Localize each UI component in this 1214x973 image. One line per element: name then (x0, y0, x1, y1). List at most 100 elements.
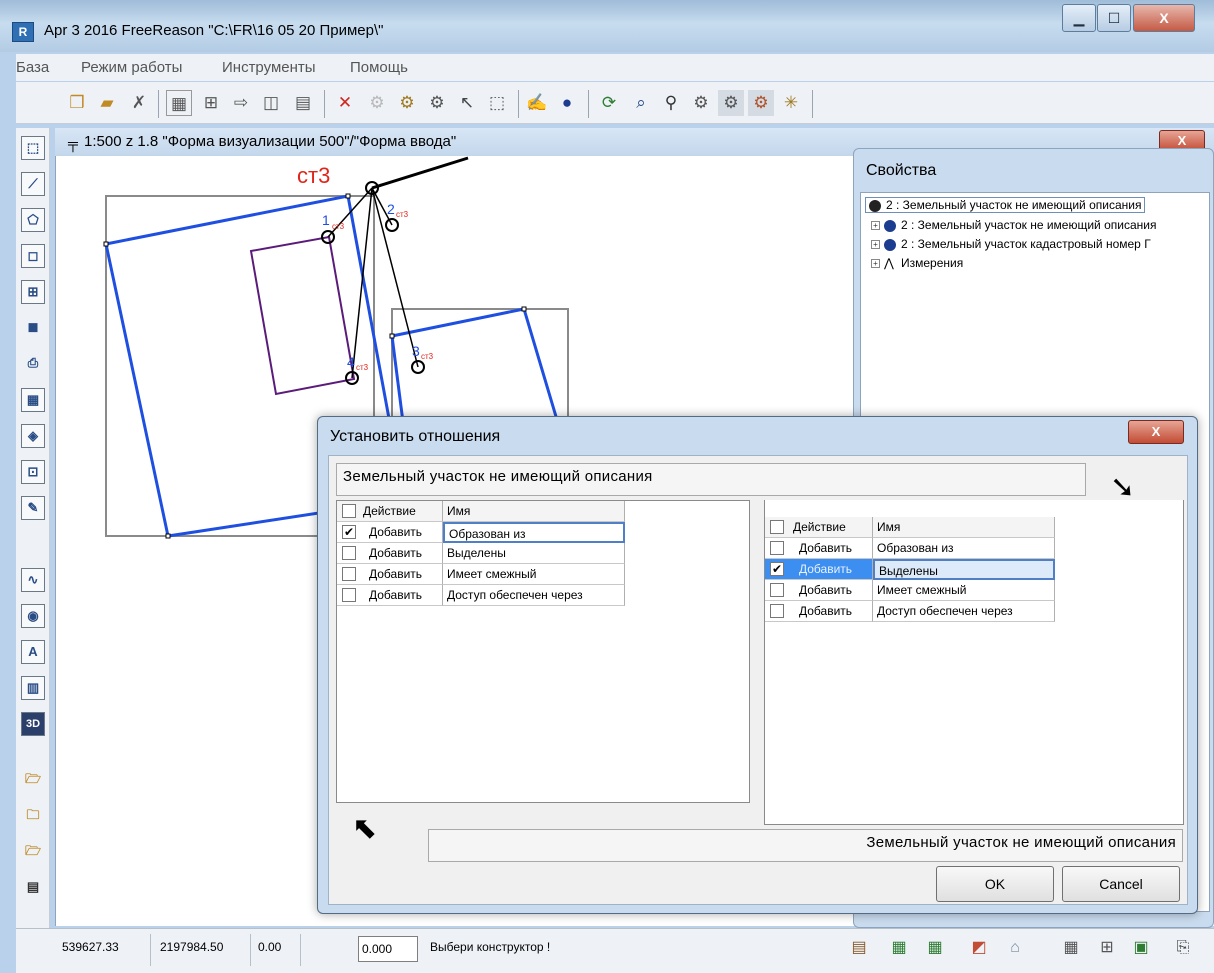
settings-active-icon[interactable]: ⚙ (748, 90, 774, 116)
minimize-button[interactable]: ▁ (1062, 4, 1096, 32)
survey-line (371, 156, 469, 190)
status-x-coordinate: 539627.33 (62, 940, 119, 954)
point-label-1: 1 (322, 212, 330, 228)
node-icon[interactable]: ⊞ (198, 90, 224, 116)
folder-open-icon[interactable]: 🗁 (21, 768, 45, 792)
menu-item-mode[interactable]: Режим работы (81, 59, 182, 76)
pointer-icon[interactable]: ↖ (454, 90, 480, 116)
house-icon[interactable]: ⌂ (1004, 937, 1026, 959)
dialog-close-button[interactable]: X (1128, 420, 1184, 444)
row-action: Добавить (337, 564, 443, 585)
map-icon[interactable]: ▣ (1130, 937, 1152, 959)
point-label-4: 4 (347, 354, 355, 370)
table-icon[interactable]: ⊞ (1096, 937, 1118, 959)
rect-icon[interactable]: ◻ (21, 244, 45, 268)
help-icon[interactable]: ● (554, 90, 580, 116)
graph-icon[interactable]: ∿ (21, 568, 45, 592)
text-icon[interactable]: A (21, 640, 45, 664)
row-action: Добавить (765, 601, 873, 622)
find-icon[interactable]: ⚲ (658, 90, 684, 116)
vertex[interactable] (345, 193, 351, 199)
properties-title: Свойства (866, 162, 937, 179)
header-checkbox[interactable] (770, 520, 784, 534)
3d-icon[interactable]: 3D (21, 712, 45, 736)
select-area-icon[interactable]: ⬚ (484, 90, 510, 116)
color-icon[interactable]: ◩ (968, 937, 990, 959)
line-icon[interactable]: ⟋ (21, 172, 45, 196)
expand-icon[interactable]: + (871, 221, 880, 231)
list-view-icon[interactable]: ▦ (888, 937, 910, 959)
target-icon[interactable]: ◈ (21, 424, 45, 448)
object-icon (884, 219, 896, 232)
window-title: Apr 3 2016 FreeReason "C:\FR\16 05 20 Пр… (44, 22, 384, 39)
hand-tool-icon[interactable]: ✍ (524, 90, 550, 116)
split-icon[interactable]: ◫ (258, 90, 284, 116)
zoom-icon[interactable]: ⌕ (628, 90, 654, 116)
menu-item-tools[interactable]: Инструменты (222, 59, 316, 76)
tree-item-root[interactable]: 2 : Земельный участок не имеющий описани… (865, 197, 1146, 213)
delete-icon[interactable]: ✕ (332, 90, 358, 116)
row-action: Добавить (337, 522, 443, 543)
cancel-button[interactable]: Cancel (1062, 866, 1180, 902)
right-relations-grid[interactable]: Действие Имя Добавить Образован из Добав… (764, 500, 1184, 825)
vertex[interactable] (521, 306, 527, 312)
arrow-up-icon[interactable]: ⬉ (352, 811, 377, 846)
frame-icon[interactable]: ⊡ (21, 460, 45, 484)
header-name[interactable]: Имя (443, 501, 625, 522)
row-checkbox[interactable]: ✔ (770, 562, 784, 576)
status-value-input[interactable] (358, 936, 418, 962)
camera-icon[interactable]: ⎘ (1172, 937, 1194, 959)
vertex[interactable] (389, 333, 395, 339)
maximize-button[interactable]: ☐ (1097, 4, 1131, 32)
survey-ray-4 (371, 187, 419, 368)
expand-icon[interactable]: + (871, 259, 880, 269)
refresh-icon[interactable]: ⟳ (596, 90, 622, 116)
select-icon[interactable]: ⬚ (21, 136, 45, 160)
save-list-icon[interactable]: ▤ (21, 876, 45, 900)
header-checkbox[interactable] (342, 504, 356, 518)
close-button[interactable]: X (1133, 4, 1195, 32)
menu-item-help[interactable]: Помощь (350, 59, 408, 76)
polygon-icon[interactable]: ⬠ (21, 208, 45, 232)
printer-icon[interactable]: ⎙ (21, 352, 45, 376)
source-entity-field: Земельный участок не имеющий описания (336, 463, 1086, 496)
no-line-icon[interactable]: ✗ (126, 90, 152, 116)
ok-button[interactable]: OK (936, 866, 1054, 902)
header-name[interactable]: Имя (873, 517, 1055, 538)
folder-arrow-icon[interactable]: 🗁 (21, 840, 45, 864)
row-action: Добавить (765, 580, 873, 601)
expand-icon[interactable]: + (871, 240, 880, 250)
link-icon[interactable]: ⇨ (228, 90, 254, 116)
left-relations-grid[interactable]: Действие Имя ✔ Добавить Образован из Доб… (336, 500, 750, 803)
row-name: Выделены (443, 543, 625, 564)
columns-icon[interactable]: ▥ (21, 676, 45, 700)
vertex[interactable] (165, 533, 171, 539)
list-edit-icon[interactable]: ▦ (924, 937, 946, 959)
grid-icon[interactable]: ▦ (1060, 937, 1082, 959)
select-grid-icon[interactable]: ▦ (166, 90, 192, 116)
properties-icon[interactable]: ▤ (290, 90, 316, 116)
table-icon[interactable]: ▦ (21, 388, 45, 412)
tree-item[interactable]: +2 : Земельный участок кадастровый номер… (871, 237, 1151, 251)
tree-item[interactable]: +2 : Земельный участок не имеющий описан… (871, 218, 1156, 232)
point-sub-label-1: ст3 (332, 222, 345, 231)
vertex[interactable] (103, 241, 109, 247)
cube-icon[interactable]: ❒ (64, 90, 90, 116)
tree-item[interactable]: + ⋀ Измерения (871, 256, 963, 270)
eye-icon[interactable]: ◉ (21, 604, 45, 628)
menu-item-base[interactable]: База (16, 59, 49, 76)
cube-move-icon[interactable]: ⚙ (424, 90, 450, 116)
grid-plane-icon[interactable]: ⊞ (21, 280, 45, 304)
tree-item-label: 2 : Земельный участок кадастровый номер … (901, 237, 1151, 251)
app-logo-icon: R (12, 22, 34, 42)
gear-disabled-icon[interactable]: ⚙ (364, 90, 390, 116)
cubes-icon[interactable]: ⚙ (394, 90, 420, 116)
edit-icon[interactable]: ✎ (21, 496, 45, 520)
folder-warning-icon[interactable]: 🗀 (21, 804, 45, 828)
block-icon[interactable]: ▰ (94, 90, 120, 116)
layers-icon[interactable]: ⚙ (688, 90, 714, 116)
star-icon[interactable]: ✳ (778, 90, 804, 116)
cubes-active-icon[interactable]: ⚙ (718, 90, 744, 116)
shape-icon[interactable]: ◼ (21, 316, 45, 340)
tree-view-icon[interactable]: ▤ (848, 937, 870, 959)
